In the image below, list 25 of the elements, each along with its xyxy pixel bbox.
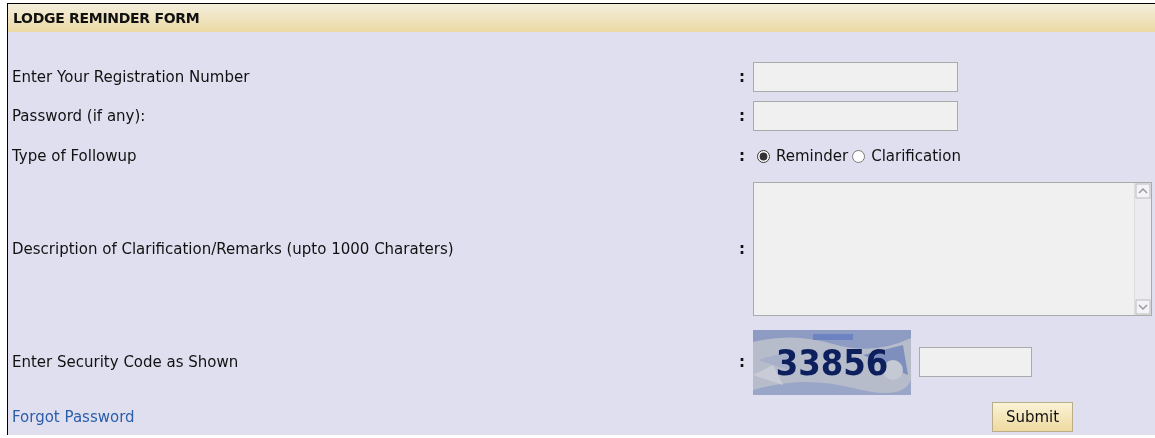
scroll-up-icon[interactable] bbox=[1135, 183, 1151, 199]
separator-colon: : bbox=[739, 66, 746, 88]
scrollbar[interactable] bbox=[1134, 183, 1151, 315]
separator-colon: : bbox=[739, 238, 746, 260]
forgot-password-link[interactable]: Forgot Password bbox=[8, 407, 135, 426]
radio-button[interactable] bbox=[852, 149, 866, 163]
input-field[interactable] bbox=[753, 62, 958, 92]
separator-colon: : bbox=[739, 351, 746, 373]
field-label: Enter Security Code as Shown bbox=[11, 351, 240, 373]
form-title: LODGE REMINDER FORM bbox=[8, 4, 1155, 32]
captcha-field[interactable] bbox=[919, 347, 1032, 377]
field-label: Type of Followup bbox=[11, 145, 138, 167]
field-label: Enter Your Registration Number bbox=[11, 66, 251, 88]
separator-colon: : bbox=[739, 145, 746, 167]
field-label: Password (if any): bbox=[11, 105, 147, 127]
radio-button[interactable] bbox=[757, 149, 770, 163]
radio-label[interactable]: Clarification bbox=[871, 144, 961, 168]
field-label: Description of Clarification/Remarks (upto 1000 Charaters) bbox=[11, 238, 455, 260]
radio-label[interactable]: Reminder bbox=[776, 144, 849, 168]
scroll-down-icon[interactable] bbox=[1135, 299, 1151, 315]
submit-button[interactable]: Submit bbox=[992, 402, 1073, 432]
separator-colon: : bbox=[739, 105, 746, 127]
captcha-code: 33856 bbox=[753, 329, 911, 395]
password-field[interactable] bbox=[753, 101, 958, 131]
text-area[interactable] bbox=[753, 182, 1152, 316]
